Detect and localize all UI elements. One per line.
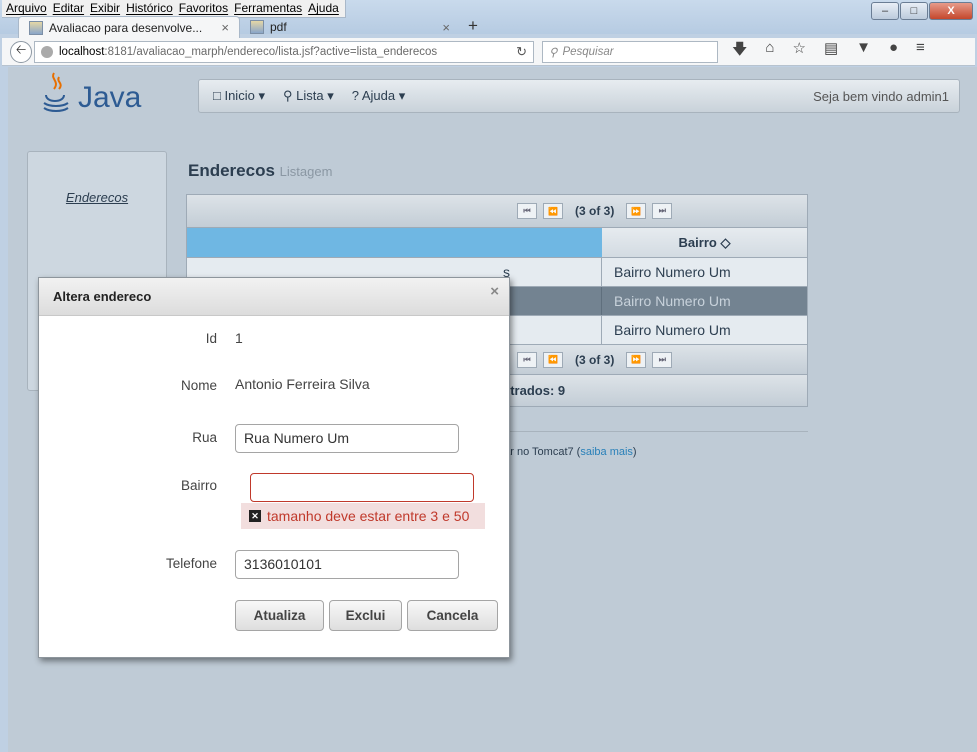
menu-favoritos[interactable]: Favoritos (179, 1, 228, 17)
rua-field[interactable]: Rua Numero Um (235, 424, 459, 453)
bairro-error-message: ✕ tamanho deve estar entre 3 e 50 (241, 503, 485, 529)
tab-close-icon[interactable]: × (221, 20, 229, 35)
menu-inicio[interactable]: □ Inicio ▾ (213, 88, 265, 104)
page-info: (3 of 3) (575, 352, 615, 367)
search-placeholder: Pesquisar (562, 45, 614, 58)
exclui-button[interactable]: Exclui (329, 600, 402, 631)
dialog-close-icon[interactable]: × (490, 283, 499, 300)
table-paginator-top: ⏮ ⏪ (3 of 3) ⏩ ⏭ (186, 194, 808, 228)
menu-historico[interactable]: Histórico (126, 1, 173, 17)
last-page-button[interactable]: ⏭ (652, 203, 673, 219)
welcome-text: Seja bem vindo admin1 (813, 88, 949, 104)
footer-text-end: ) (632, 446, 637, 458)
dialog-header: Altera endereco × (39, 278, 509, 316)
tab-strip: Avaliacao para desenvolve... × pdf × + (18, 16, 478, 38)
menu-arquivo[interactable]: Arquivo (6, 1, 47, 17)
java-cup-icon (43, 72, 69, 112)
pocket-icon[interactable]: ▼ (856, 39, 871, 64)
dialog-buttons: Atualiza Exclui Cancela (235, 600, 498, 631)
telefone-field[interactable]: 3136010101 (235, 550, 459, 579)
nome-label: Nome (180, 378, 217, 393)
menu-exibir[interactable]: Exibir (90, 1, 120, 17)
tab-close-icon[interactable]: × (442, 20, 450, 35)
top-navigation: □ Inicio ▾ ⚲ Lista ▾ ? Ajuda ▾ Seja bem … (198, 79, 960, 113)
first-page-button[interactable]: ⏮ (517, 203, 537, 219)
search-input[interactable]: ⚲ Pesquisar (542, 40, 718, 63)
chat-icon[interactable]: ● (889, 39, 898, 64)
maximize-button[interactable]: □ (900, 2, 928, 20)
address-bar[interactable]: localhost:8181/avaliacao_marph/endereco/… (34, 40, 534, 63)
dialog-title: Altera endereco (53, 289, 152, 304)
sidebar-item-enderecos[interactable]: Enderecos (28, 190, 166, 205)
tab-label: Avaliacao para desenvolve... (49, 20, 203, 35)
saiba-mais-link[interactable]: saiba mais (580, 446, 633, 458)
telefone-label: Telefone (165, 556, 217, 571)
atualiza-button[interactable]: Atualiza (235, 600, 324, 631)
cancela-button[interactable]: Cancela (407, 600, 498, 631)
nome-value: Antonio Ferreira Silva (235, 376, 370, 392)
bookmarks-list-icon[interactable]: ▤ (824, 39, 838, 64)
download-icon[interactable]: 🡇 (732, 39, 747, 64)
id-value: 1 (235, 330, 243, 346)
table-cell-bairro: Bairro Numero Um (614, 322, 731, 338)
menu-ajuda[interactable]: Ajuda (308, 1, 339, 17)
bairro-error-text: tamanho deve estar entre 3 e 50 (267, 508, 470, 524)
tab-label: pdf (270, 20, 287, 34)
bairro-label: Bairro (180, 478, 217, 493)
prev-page-button[interactable]: ⏪ (543, 351, 563, 368)
table-cell-bairro: Bairro Numero Um (614, 264, 731, 280)
page-subtitle: Listagem (279, 164, 333, 179)
menu-lista[interactable]: ⚲ Lista ▾ (283, 88, 334, 104)
table-header: Bairro ◇ (186, 228, 808, 258)
home-icon[interactable]: ⌂ (765, 39, 774, 64)
menu-inicio-label: Inicio (224, 88, 255, 103)
last-page-button[interactable]: ⏭ (652, 351, 673, 368)
url-path: :8181/avaliacao_marph/endereco/lista.jsf… (104, 45, 438, 58)
menu-ajuda-label: Ajuda (361, 88, 396, 103)
tab-pdf[interactable]: pdf × (240, 16, 460, 38)
edit-endereco-dialog: Altera endereco × Id 1 Nome Antonio Ferr… (38, 277, 510, 658)
next-page-button[interactable]: ⏩ (626, 203, 647, 219)
column-header-bairro[interactable]: Bairro ◇ (602, 228, 807, 257)
window-controls: – □ X (871, 2, 973, 20)
bookmark-star-icon[interactable]: ☆ (792, 39, 805, 64)
next-page-button[interactable]: ⏩ (626, 351, 647, 368)
page-info: (3 of 3) (575, 204, 615, 218)
navigation-toolbar: 🡠 localhost:8181/avaliacao_marph/enderec… (2, 38, 975, 66)
reload-icon[interactable]: ↻ (516, 44, 527, 60)
favicon-icon (29, 20, 43, 35)
error-icon: ✕ (249, 510, 261, 522)
rua-label: Rua (192, 430, 217, 445)
java-logo-text: Java (78, 81, 142, 114)
column-header-selected[interactable] (187, 228, 602, 257)
page-title: Enderecos Listagem (188, 161, 332, 181)
menu-ajuda-app[interactable]: ? Ajuda ▾ (352, 88, 406, 104)
footer-text: dar no Tomcat7 ( (498, 446, 581, 458)
search-icon: ⚲ (549, 46, 558, 59)
url-host: localhost (59, 45, 105, 58)
menu-ferramentas[interactable]: Ferramentas (234, 1, 302, 17)
hamburger-menu-icon[interactable]: ≡ (916, 39, 925, 64)
toolbar-icons: 🡇 ⌂ ☆ ▤ ▼ ● ≡ (732, 39, 925, 64)
tab-avaliacao[interactable]: Avaliacao para desenvolve... × (18, 16, 240, 38)
menu-lista-label: Lista (296, 88, 324, 103)
favicon-icon (250, 20, 264, 34)
minimize-button[interactable]: – (871, 2, 899, 20)
prev-page-button[interactable]: ⏪ (543, 203, 563, 219)
id-label: Id (205, 331, 217, 346)
page-title-text: Enderecos (188, 161, 275, 180)
close-window-button[interactable]: X (929, 2, 973, 20)
java-logo: Java (40, 67, 141, 115)
new-tab-button[interactable]: + (468, 16, 478, 38)
menu-editar[interactable]: Editar (53, 1, 84, 17)
bairro-field[interactable] (250, 473, 474, 502)
first-page-button[interactable]: ⏮ (517, 351, 537, 368)
back-arrow-icon: 🡠 (15, 41, 27, 57)
table-cell-bairro: Bairro Numero Um (614, 293, 731, 309)
globe-icon (41, 45, 53, 58)
back-button[interactable]: 🡠 (10, 40, 32, 63)
